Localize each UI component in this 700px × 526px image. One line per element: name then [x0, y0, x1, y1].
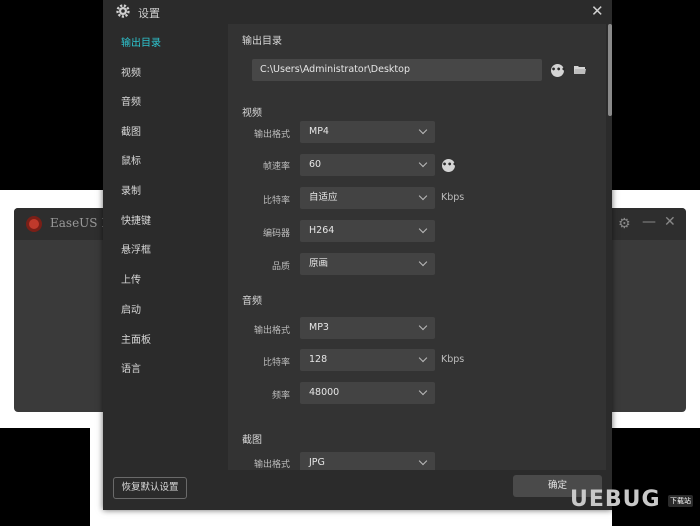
gear-icon	[116, 4, 130, 18]
reset-defaults-button[interactable]: 恢复默认设置	[113, 477, 187, 499]
video-fps-select[interactable]: 60	[300, 154, 435, 176]
audio-frequency-label: 频率	[271, 391, 290, 401]
audio-heading: 音频	[242, 296, 262, 307]
video-bitrate-select[interactable]: 自适应	[300, 187, 435, 209]
folder-icon[interactable]	[574, 65, 586, 75]
sidebar-item-upload[interactable]: 上传	[121, 271, 141, 286]
video-encoder-label: 编码器	[262, 229, 290, 239]
audio-bitrate-unit: Kbps	[441, 354, 465, 365]
video-encoder-value: H264	[309, 225, 335, 236]
gear-icon[interactable]: ⚙	[618, 216, 631, 232]
audio-bitrate-select[interactable]: 128	[300, 349, 435, 371]
settings-dialog: 设置 ✕ 输出目录 视频 音频 截图 鼠标 录制 快捷键 悬浮框 上传 启动 主…	[103, 0, 612, 510]
settings-sidebar: 输出目录 视频 音频 截图 鼠标 录制 快捷键 悬浮框 上传 启动 主面板 语言	[103, 24, 228, 470]
audio-frequency-select[interactable]: 48000	[300, 382, 435, 404]
sidebar-item-screenshot[interactable]: 截图	[121, 123, 141, 138]
sidebar-item-mouse[interactable]: 鼠标	[121, 152, 141, 167]
audio-bitrate-value: 128	[309, 354, 328, 365]
sidebar-item-floating-box[interactable]: 悬浮框	[121, 241, 151, 256]
chevron-down-icon	[418, 321, 428, 331]
output-dir-path-field[interactable]: C:\Users\Administrator\Desktop	[252, 59, 542, 81]
sidebar-item-hotkeys[interactable]: 快捷键	[121, 212, 151, 227]
audio-format-select[interactable]: MP3	[300, 317, 435, 339]
chevron-down-icon	[418, 386, 428, 396]
close-icon[interactable]: ✕	[664, 214, 676, 230]
chevron-down-icon	[418, 353, 428, 363]
screenshot-format-value: JPG	[309, 457, 325, 468]
app-logo-icon	[26, 216, 42, 232]
audio-frequency-value: 48000	[309, 387, 340, 398]
sidebar-item-audio[interactable]: 音频	[121, 93, 141, 108]
sidebar-item-video[interactable]: 视频	[121, 64, 141, 79]
video-format-value: MP4	[309, 126, 329, 137]
sidebar-item-record[interactable]: 录制	[121, 182, 141, 197]
video-bitrate-label: 比特率	[262, 196, 290, 206]
sidebar-item-output-dir[interactable]: 输出目录	[121, 34, 161, 49]
minimize-icon[interactable]: —	[642, 214, 656, 230]
video-bitrate-unit: Kbps	[441, 192, 465, 203]
video-format-select[interactable]: MP4	[300, 121, 435, 143]
video-quality-value: 原画	[309, 258, 329, 269]
video-quality-label: 品质	[271, 262, 290, 272]
audio-format-value: MP3	[309, 322, 329, 333]
video-heading: 视频	[242, 108, 262, 119]
site-watermark: UEBUG 下载站	[570, 487, 700, 526]
dialog-title: 设置	[138, 7, 160, 20]
screenshot-format-label: 输出格式	[253, 460, 290, 470]
video-bitrate-value: 自适应	[309, 192, 338, 203]
screenshot-heading: 截图	[242, 435, 262, 446]
sidebar-item-startup[interactable]: 启动	[121, 301, 141, 316]
video-format-label: 输出格式	[253, 130, 290, 140]
background-band-bottom-left	[0, 428, 90, 526]
video-quality-select[interactable]: 原画	[300, 253, 435, 275]
video-fps-label: 帧速率	[262, 162, 290, 172]
chevron-down-icon	[418, 158, 428, 168]
more-options-icon[interactable]: •••	[551, 64, 566, 77]
chevron-down-icon	[418, 125, 428, 135]
watermark-badge: 下载站	[668, 495, 693, 507]
chevron-down-icon	[418, 456, 428, 466]
content-scrollbar[interactable]	[608, 24, 612, 116]
sidebar-item-language[interactable]: 语言	[121, 360, 141, 375]
dialog-footer: 恢复默认设置 确定	[103, 470, 612, 510]
chevron-down-icon	[418, 257, 428, 267]
audio-format-label: 输出格式	[253, 326, 290, 336]
video-fps-value: 60	[309, 159, 322, 170]
screenshot-format-select[interactable]: JPG	[300, 452, 435, 470]
more-options-icon[interactable]: •••	[442, 159, 457, 172]
output-dir-heading: 输出目录	[242, 36, 282, 47]
chevron-down-icon	[418, 224, 428, 234]
close-icon[interactable]: ✕	[591, 3, 604, 19]
sidebar-item-main-panel[interactable]: 主面板	[121, 331, 151, 346]
chevron-down-icon	[418, 191, 428, 201]
dialog-titlebar: 设置 ✕	[103, 0, 612, 24]
audio-bitrate-label: 比特率	[262, 358, 290, 368]
video-encoder-select[interactable]: H264	[300, 220, 435, 242]
watermark-logo-text: UEBUG	[570, 487, 661, 512]
settings-content: 输出目录 C:\Users\Administrator\Desktop ••• …	[228, 24, 606, 470]
